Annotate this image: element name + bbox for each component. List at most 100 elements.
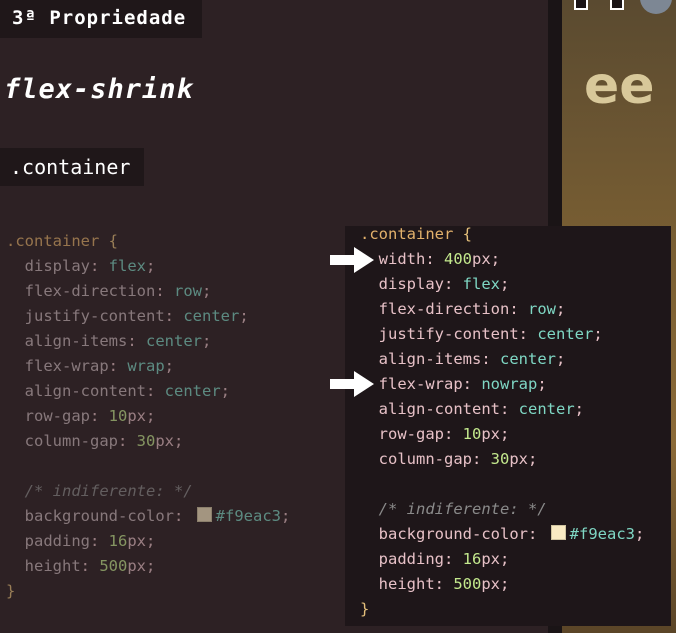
semicolon: ; bbox=[574, 400, 585, 418]
colon: : bbox=[164, 307, 184, 325]
css-property: align-items bbox=[378, 350, 482, 368]
css-number: 10 bbox=[108, 407, 128, 425]
css-property: justify-content bbox=[378, 325, 519, 343]
semicolon: ; bbox=[202, 282, 212, 300]
code-line: .container { bbox=[6, 229, 290, 254]
css-property: height bbox=[24, 557, 81, 575]
css-number: 16 bbox=[462, 550, 482, 568]
colon: : bbox=[444, 425, 463, 443]
css-property: padding bbox=[378, 550, 444, 568]
window-control-icon[interactable] bbox=[610, 0, 624, 10]
code-line: padding: 16px; bbox=[360, 547, 644, 572]
code-line: align-items: center; bbox=[6, 329, 290, 354]
left-code-block: .container { display: flex; flex-directi… bbox=[6, 229, 290, 604]
code-line: flex-direction: row; bbox=[360, 297, 644, 322]
css-unit: px bbox=[127, 532, 147, 550]
code-line: row-gap: 10px; bbox=[360, 422, 644, 447]
code-line: flex-direction: row; bbox=[6, 279, 290, 304]
colon: : bbox=[80, 557, 100, 575]
code-line: display: flex; bbox=[360, 272, 644, 297]
right-arrow-icon bbox=[330, 247, 374, 273]
css-property: column-gap bbox=[24, 432, 118, 450]
css-unit: px bbox=[481, 575, 501, 593]
css-unit: px bbox=[472, 250, 491, 268]
css-value: row bbox=[528, 300, 556, 318]
css-number: 30 bbox=[136, 432, 156, 450]
semicolon: ; bbox=[537, 375, 547, 393]
colon: : bbox=[444, 550, 463, 568]
colon: : bbox=[434, 575, 454, 593]
semicolon: ; bbox=[239, 307, 249, 325]
code-line: column-gap: 30px; bbox=[360, 447, 644, 472]
css-unit: px bbox=[127, 557, 147, 575]
code-line: align-items: center; bbox=[360, 347, 644, 372]
css-property: align-content bbox=[378, 400, 500, 418]
selector-label: .container bbox=[0, 148, 145, 186]
code-line: } bbox=[360, 597, 644, 622]
semicolon: ; bbox=[528, 450, 538, 468]
colon: : bbox=[127, 332, 146, 350]
close-brace: } bbox=[6, 582, 16, 600]
css-property: flex-wrap bbox=[24, 357, 109, 375]
colon: : bbox=[500, 400, 519, 418]
semicolon: ; bbox=[220, 382, 231, 400]
color-swatch[interactable] bbox=[196, 507, 212, 522]
css-selector: .container bbox=[6, 232, 100, 250]
color-swatch[interactable] bbox=[550, 525, 566, 540]
window-control-icon[interactable] bbox=[574, 0, 588, 10]
css-property: row-gap bbox=[378, 425, 444, 443]
css-property: background-color bbox=[24, 507, 174, 525]
semicolon: ; bbox=[146, 257, 156, 275]
css-property: padding bbox=[24, 532, 90, 550]
colon: : bbox=[462, 375, 482, 393]
code-line: column-gap: 30px; bbox=[6, 429, 290, 454]
css-property: row-gap bbox=[24, 407, 90, 425]
code-line: align-content: center; bbox=[6, 379, 290, 404]
code-line: background-color: #f9eac3; bbox=[6, 504, 290, 529]
colon: : bbox=[509, 300, 528, 318]
css-value: center bbox=[518, 400, 575, 418]
css-unit: px bbox=[509, 450, 529, 468]
css-number: 400 bbox=[444, 250, 473, 268]
css-value: center bbox=[537, 325, 594, 343]
css-property: align-content bbox=[24, 382, 146, 400]
colon: : bbox=[90, 257, 109, 275]
css-value: center bbox=[500, 350, 556, 368]
code-line: width: 400px; bbox=[360, 247, 644, 272]
close-brace: } bbox=[360, 600, 370, 618]
css-value: nowrap bbox=[481, 375, 538, 393]
css-property: display bbox=[24, 257, 90, 275]
code-line: row-gap: 10px; bbox=[6, 404, 290, 429]
code-comment: /* indiferente: */ bbox=[24, 482, 193, 500]
semicolon: ; bbox=[556, 350, 566, 368]
css-number: 500 bbox=[453, 575, 482, 593]
css-number: 16 bbox=[108, 532, 128, 550]
semicolon: ; bbox=[634, 525, 645, 543]
semicolon: ; bbox=[500, 275, 510, 293]
code-line: align-content: center; bbox=[360, 397, 644, 422]
css-value: flex bbox=[108, 257, 146, 275]
colon: : bbox=[108, 357, 128, 375]
slide-heading: flex-shrink bbox=[4, 74, 194, 105]
css-value: #f9eac3 bbox=[569, 525, 635, 543]
colon: : bbox=[472, 450, 491, 468]
css-value: center bbox=[146, 332, 202, 350]
semicolon: ; bbox=[164, 357, 175, 375]
code-line: flex-wrap: wrap; bbox=[6, 354, 290, 379]
css-value: center bbox=[164, 382, 221, 400]
right-arrow-icon bbox=[330, 371, 374, 397]
